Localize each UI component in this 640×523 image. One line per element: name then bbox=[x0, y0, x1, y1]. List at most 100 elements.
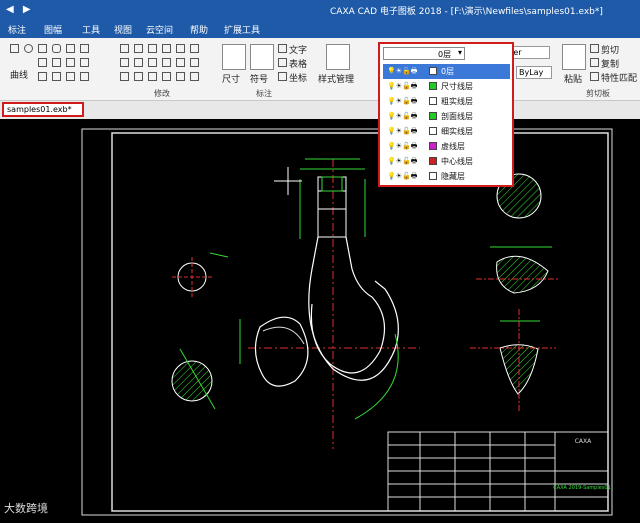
hook-outer-curve bbox=[308, 236, 399, 381]
menu-frame[interactable]: 图幅 bbox=[44, 23, 62, 36]
layer-color-swatch[interactable] bbox=[429, 112, 437, 120]
menu-help[interactable]: 帮助 bbox=[190, 23, 208, 36]
layer-row[interactable]: 💡☀🔓🖶 粗实线层 bbox=[383, 94, 510, 109]
layer-state-icons[interactable]: 💡☀🔓🖶 bbox=[387, 112, 427, 121]
layer-row[interactable]: 💡☀🔓🖶 剖面线层 bbox=[383, 109, 510, 124]
layer-color-swatch[interactable] bbox=[429, 157, 437, 165]
circle-icon[interactable] bbox=[24, 44, 33, 53]
point-icon[interactable] bbox=[80, 58, 89, 67]
style-manager-button[interactable] bbox=[326, 44, 350, 70]
copy-object-icon[interactable] bbox=[134, 44, 143, 53]
hatch-icon[interactable] bbox=[66, 58, 75, 67]
text-button[interactable]: 文字 bbox=[289, 43, 307, 56]
coordinate-button[interactable]: 坐标 bbox=[289, 71, 307, 84]
layer-color-swatch[interactable] bbox=[429, 172, 437, 180]
mirror-icon[interactable] bbox=[162, 44, 171, 53]
join-icon[interactable] bbox=[176, 72, 185, 81]
fillet-icon[interactable] bbox=[148, 58, 157, 67]
layer-name: 隐藏层 bbox=[441, 172, 465, 181]
ellipse-icon[interactable] bbox=[52, 44, 61, 53]
layer-row[interactable]: 💡☀🔓🖶 隐藏层 bbox=[383, 169, 510, 184]
match-properties-button[interactable]: 特性匹配 bbox=[601, 71, 637, 84]
menu-view[interactable]: 视图 bbox=[114, 23, 132, 36]
drawing-canvas[interactable]: CAXA CAXA 2019-Samples01 bbox=[0, 119, 640, 520]
trim-icon[interactable] bbox=[190, 44, 199, 53]
watermark: 大数跨境 bbox=[4, 502, 48, 515]
undo-icon[interactable]: ◀ bbox=[6, 4, 14, 15]
layer-color-swatch[interactable] bbox=[429, 142, 437, 150]
coordinate-icon[interactable] bbox=[278, 72, 287, 81]
layer-state-icons[interactable]: 💡☀🔓🖶 bbox=[387, 97, 427, 106]
file-tab-bar: samples01.exb* bbox=[0, 101, 640, 119]
layer-state-icons[interactable]: 💡☀🔓🖶 bbox=[387, 172, 427, 181]
layer-row[interactable]: 💡☀🔓🖶 0层 bbox=[383, 64, 510, 79]
divide-icon[interactable] bbox=[190, 72, 199, 81]
fill-icon[interactable] bbox=[80, 72, 89, 81]
image-icon[interactable] bbox=[52, 72, 61, 81]
cut-button[interactable]: 剪切 bbox=[601, 43, 619, 56]
chamfer-icon[interactable] bbox=[162, 58, 171, 67]
polygon-icon[interactable] bbox=[66, 44, 75, 53]
linetype-select[interactable]: ByLay bbox=[516, 66, 552, 79]
menu-tools[interactable]: 工具 bbox=[82, 23, 100, 36]
layer-name: 虚线层 bbox=[441, 142, 465, 151]
layer-row[interactable]: 💡☀🔓🖶 虚线层 bbox=[383, 139, 510, 154]
table-icon[interactable] bbox=[278, 58, 287, 67]
arc-icon[interactable] bbox=[38, 58, 47, 67]
rotate-icon[interactable] bbox=[148, 44, 157, 53]
match-properties-icon[interactable] bbox=[590, 72, 599, 81]
style-manager-label: 样式管理 bbox=[318, 75, 355, 85]
symbol-button[interactable] bbox=[250, 44, 274, 70]
file-tab-samples01[interactable]: samples01.exb* bbox=[2, 102, 84, 117]
copy-button[interactable]: 复制 bbox=[601, 57, 619, 70]
rectangle-icon[interactable] bbox=[38, 44, 47, 53]
explode-icon[interactable] bbox=[134, 72, 143, 81]
erase-icon[interactable] bbox=[162, 72, 171, 81]
layer-row[interactable]: 💡☀🔓🖶 尺寸线层 bbox=[383, 79, 510, 94]
layer-state-icons[interactable]: 💡☀🔓🖶 bbox=[387, 67, 427, 76]
layer-select[interactable]: 0层 ▾ bbox=[383, 47, 465, 60]
extend-icon[interactable] bbox=[176, 58, 185, 67]
text-icon[interactable] bbox=[80, 44, 89, 53]
offset-icon[interactable] bbox=[120, 58, 129, 67]
spline-icon[interactable] bbox=[52, 58, 61, 67]
paste-button[interactable] bbox=[562, 44, 586, 70]
line-icon[interactable] bbox=[10, 44, 19, 53]
layer-state-icons[interactable]: 💡☀🔓🖶 bbox=[387, 142, 427, 151]
align-icon[interactable] bbox=[148, 72, 157, 81]
layer-row[interactable]: 💡☀🔓🖶 细实线层 bbox=[383, 124, 510, 139]
hook-inner-curve bbox=[310, 236, 386, 374]
scale-icon[interactable] bbox=[176, 44, 185, 53]
text-style-icon[interactable] bbox=[278, 44, 287, 53]
break-icon[interactable] bbox=[190, 58, 199, 67]
array-icon[interactable] bbox=[134, 58, 143, 67]
menu-cloud[interactable]: 云空间 bbox=[146, 23, 173, 36]
dimension-button[interactable] bbox=[222, 44, 246, 70]
table-button[interactable]: 表格 bbox=[289, 57, 307, 70]
layer-list: 💡☀🔓🖶 0层 💡☀🔓🖶 尺寸线层 💡☀🔓🖶 粗实线层 💡☀🔓🖶 剖面线层 💡☀🔓🖶 细实线层 💡☀… bbox=[383, 64, 510, 184]
menu-dimension[interactable]: 标注 bbox=[8, 23, 26, 36]
block-icon[interactable] bbox=[38, 72, 47, 81]
cut-icon[interactable] bbox=[590, 44, 599, 53]
layer-state-icons[interactable]: 💡☀🔓🖶 bbox=[387, 82, 427, 91]
stretch-icon[interactable] bbox=[120, 72, 129, 81]
dimension-label: 尺寸 bbox=[222, 75, 241, 85]
layer-color-swatch[interactable] bbox=[429, 82, 437, 90]
layer-name: 粗实线层 bbox=[441, 97, 473, 106]
menu-extension-tools[interactable]: 扩展工具 bbox=[224, 23, 260, 36]
layer-select-value: 0层 bbox=[438, 50, 452, 59]
layer-color-swatch[interactable] bbox=[429, 97, 437, 105]
layer-name: 剖面线层 bbox=[441, 112, 473, 121]
copy-icon[interactable] bbox=[590, 58, 599, 67]
layer-color-swatch[interactable] bbox=[429, 127, 437, 135]
dim-leader-circle bbox=[209, 252, 229, 258]
redo-icon[interactable]: ▶ bbox=[23, 4, 31, 15]
layer-color-swatch[interactable] bbox=[429, 67, 437, 75]
layer-state-icons[interactable]: 💡☀🔓🖶 bbox=[387, 157, 427, 166]
ruler-icon[interactable] bbox=[66, 72, 75, 81]
layer-dropdown[interactable]: 0层 ▾ 💡☀🔓🖶 0层 💡☀🔓🖶 尺寸线层 💡☀🔓🖶 粗实线层 💡☀🔓🖶 剖面线层 💡☀🔓🖶 细… bbox=[378, 42, 514, 187]
move-icon[interactable] bbox=[120, 44, 129, 53]
layer-state-icons[interactable]: 💡☀🔓🖶 bbox=[387, 127, 427, 136]
layer-name: 尺寸线层 bbox=[441, 82, 473, 91]
layer-row[interactable]: 💡☀🔓🖶 中心线层 bbox=[383, 154, 510, 169]
